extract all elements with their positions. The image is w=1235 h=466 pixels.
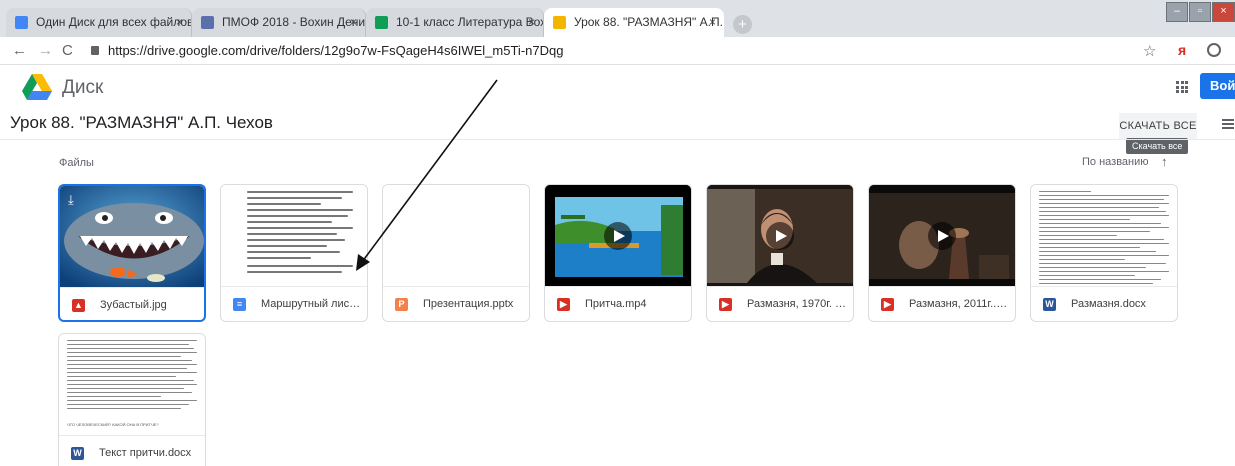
file-card-pritcha-video[interactable]: ▶ Притча.mp4 (544, 184, 692, 322)
document-thumbnail (1031, 185, 1177, 287)
video-file-icon: ▶ (719, 298, 732, 311)
play-icon[interactable] (766, 221, 794, 250)
docs-file-icon: ≡ (233, 298, 246, 311)
download-all-button[interactable]: СКАЧАТЬ ВСЕ (1119, 113, 1197, 139)
back-arrow-icon[interactable]: ← (12, 42, 27, 59)
url-input[interactable]: https://drive.google.com/drive/folders/1… (88, 40, 1148, 62)
file-name: Размазня, 1970г. Т... (747, 298, 847, 310)
drive-app-name[interactable]: Диск (62, 77, 103, 99)
bookmark-star-icon[interactable]: ☆ (1143, 42, 1156, 60)
file-card-razmaznya-1970[interactable]: ▶ Размазня, 1970г. Т... (706, 184, 854, 322)
section-divider (0, 139, 1235, 140)
video-file-icon: ▶ (881, 298, 894, 311)
file-name: Зубастый.jpg (100, 299, 167, 311)
file-card-prezentatsiya[interactable]: P Презентация.pptx (382, 184, 530, 322)
document-thumbnail: ЧТО ЧЕЛОВЕЧЕСКИЙ? КАКОЙ ОНА В ПРИТЧЕ? (59, 334, 205, 436)
file-name: Размазня, 2011г..m... (909, 298, 1009, 310)
tab-label: 10-1 класс Литература Вохин Д (396, 15, 543, 29)
drive-icon (553, 16, 566, 29)
sign-in-button[interactable]: Войти (1200, 73, 1235, 99)
shark-picture (60, 186, 204, 287)
browser-tab-lesson-88[interactable]: Урок 88. "РАЗМАЗНЯ" А.П. Чехов × (544, 8, 724, 37)
google-apps-icon[interactable] (1176, 81, 1188, 93)
calendar-icon (201, 16, 214, 29)
window-close-icon[interactable]: × (1212, 2, 1235, 22)
image-thumbnail: ⤓ (60, 186, 204, 288)
tab-label: Урок 88. "РАЗМАЗНЯ" А.П. Чехов (574, 15, 724, 29)
file-name: Презентация.pptx (423, 298, 514, 310)
video-thumbnail (869, 185, 1015, 287)
image-file-icon: ▲ (72, 299, 85, 312)
document-preview-lines (59, 334, 205, 409)
tab-close-icon[interactable]: × (709, 8, 716, 37)
document-preview-lines (1031, 185, 1177, 284)
account-icon[interactable] (1207, 43, 1221, 57)
tab-label: ПМОФ 2018 - Вохин Денис Ник (222, 15, 366, 29)
reload-icon[interactable]: C (62, 42, 73, 59)
list-view-icon[interactable] (1222, 119, 1234, 129)
files-section-label: Файлы (59, 157, 94, 169)
lock-icon (91, 46, 99, 55)
tab-label: Один Диск для всех файлов (36, 15, 192, 29)
powerpoint-file-icon: P (395, 298, 408, 311)
maximize-icon[interactable]: ▫ (1189, 2, 1211, 22)
browser-tab-drive-home[interactable]: Один Диск для всех файлов × (6, 8, 192, 37)
word-file-icon: W (71, 447, 84, 460)
google-g-icon (15, 16, 28, 29)
address-bar: ← → C https://drive.google.com/drive/fol… (0, 37, 1235, 65)
browser-tab-literature[interactable]: 10-1 класс Литература Вохин Д × (366, 8, 544, 37)
document-footer-text: ЧТО ЧЕЛОВЕЧЕСКИЙ? КАКОЙ ОНА В ПРИТЧЕ? (67, 422, 159, 427)
video-thumbnail (545, 185, 691, 287)
sort-by-name-button[interactable]: По названию (1082, 156, 1149, 168)
file-card-tekst-pritchi[interactable]: ЧТО ЧЕЛОВЕЧЕСКИЙ? КАКОЙ ОНА В ПРИТЧЕ? W … (58, 333, 206, 466)
file-card-marshrutny-list[interactable]: ≡ Маршрутный лист... (220, 184, 368, 322)
word-file-icon: W (1043, 298, 1056, 311)
play-icon[interactable] (928, 221, 956, 250)
google-drive-logo[interactable] (22, 74, 52, 100)
video-thumbnail (707, 185, 853, 287)
tab-close-icon[interactable]: × (528, 8, 535, 37)
document-preview-lines (221, 185, 367, 273)
video-file-icon: ▶ (557, 298, 570, 311)
new-tab-button[interactable]: + (733, 15, 752, 34)
sheets-icon (375, 16, 388, 29)
tab-close-icon[interactable]: × (350, 8, 357, 37)
file-card-zubasty[interactable]: ⤓ ▲ Зубастый.jpg (58, 184, 206, 322)
file-name: Текст притчи.docx (99, 447, 192, 459)
file-name: Размазня.docx (1071, 298, 1146, 310)
file-card-razmaznya-2011[interactable]: ▶ Размазня, 2011г..m... (868, 184, 1016, 322)
download-all-tooltip: Скачать все (1126, 138, 1189, 154)
yandex-extension-icon[interactable]: я (1178, 42, 1186, 58)
file-card-razmaznya-docx[interactable]: W Размазня.docx (1030, 184, 1178, 322)
file-name: Притча.mp4 (585, 298, 647, 310)
tab-close-icon[interactable]: × (176, 8, 183, 37)
url-text: https://drive.google.com/drive/folders/1… (108, 43, 564, 58)
folder-title: Урок 88. "РАЗМАЗНЯ" А.П. Чехов (10, 113, 273, 132)
play-icon[interactable] (604, 221, 632, 250)
minimize-icon[interactable]: – (1166, 2, 1188, 22)
presentation-thumbnail (383, 185, 529, 287)
document-thumbnail (221, 185, 367, 287)
download-icon[interactable]: ⤓ (68, 192, 74, 208)
sort-direction-icon[interactable]: ↑ (1161, 154, 1168, 169)
file-name: Маршрутный лист... (261, 298, 361, 310)
forward-arrow-icon[interactable]: → (38, 42, 53, 59)
browser-tab-bar: Один Диск для всех файлов × ПМОФ 2018 - … (0, 0, 1235, 37)
browser-tab-pmof[interactable]: ПМОФ 2018 - Вохин Денис Ник × (192, 8, 366, 37)
